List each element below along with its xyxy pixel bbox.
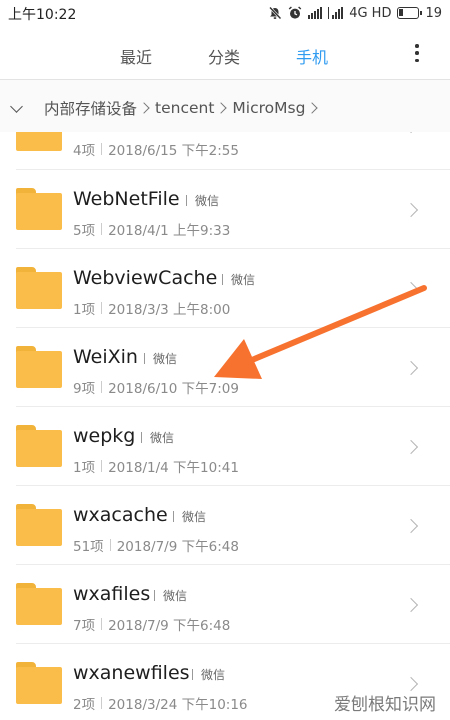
item-name: WebNetFile xyxy=(73,188,180,210)
item-meta: 9项 2018/6/10 下午7:09 xyxy=(73,377,239,397)
list-item[interactable]: 4项 2018/6/15 下午2:55 xyxy=(0,132,450,170)
item-count: 5项 xyxy=(73,223,96,239)
item-meta: 5项 2018/4/1 上午9:33 xyxy=(73,219,230,239)
watermark: 爱刨根知识网 xyxy=(334,695,436,715)
item-tag: 微信 xyxy=(173,508,206,525)
signal-icon xyxy=(307,7,322,19)
item-name: wxanewfiles xyxy=(73,662,190,684)
item-count: 1项 xyxy=(73,302,96,318)
folder-icon xyxy=(16,346,62,388)
chevron-right-icon xyxy=(215,102,228,114)
list-item[interactable]: wepkg 微信 1项 2018/1/4 下午10:41 xyxy=(0,407,450,486)
item-meta: 51项 2018/7/9 下午6:48 xyxy=(73,535,239,555)
item-date: 2018/6/10 下午7:09 xyxy=(108,381,239,397)
breadcrumb-trail: 内部存储设备 tencent MicroMsg xyxy=(44,97,323,119)
status-bar: 上午10:22 4G HD 19 xyxy=(0,0,450,26)
folder-icon xyxy=(16,583,62,625)
list-item[interactable]: wxacache 微信 51项 2018/7/9 下午6:48 xyxy=(0,486,450,565)
chevron-right-icon xyxy=(306,102,319,114)
item-date: 2018/6/15 下午2:55 xyxy=(108,143,239,159)
chevron-right-icon xyxy=(403,360,419,376)
item-count: 7项 xyxy=(73,618,96,634)
mute-icon xyxy=(268,6,282,20)
item-name: wxacache xyxy=(73,504,168,526)
item-tag: 微信 xyxy=(192,666,225,683)
item-date: 2018/7/9 下午6:48 xyxy=(108,618,231,634)
more-vert-icon[interactable] xyxy=(410,42,424,64)
item-name: WeiXin xyxy=(73,346,138,368)
breadcrumb-item-tencent[interactable]: tencent xyxy=(155,99,214,117)
chevron-right-icon xyxy=(403,597,419,613)
item-meta: 7项 2018/7/9 下午6:48 xyxy=(73,614,230,634)
item-count: 9项 xyxy=(73,381,96,397)
breadcrumb: 内部存储设备 tencent MicroMsg xyxy=(0,80,450,132)
chevron-right-icon xyxy=(403,202,419,218)
tab-phone[interactable]: 手机 xyxy=(296,44,328,68)
item-date: 2018/3/24 下午10:16 xyxy=(108,697,248,713)
item-count: 1项 xyxy=(73,460,96,476)
network-type: 4G HD xyxy=(349,5,392,21)
status-time: 上午10:22 xyxy=(8,7,77,23)
item-meta: 1项 2018/3/3 上午8:00 xyxy=(73,298,230,318)
chevron-right-icon xyxy=(138,102,150,114)
status-icons: 4G HD 19 xyxy=(268,3,442,23)
item-tag: 微信 xyxy=(154,587,187,604)
tab-category[interactable]: 分类 xyxy=(208,44,240,68)
breadcrumb-item-storage[interactable]: 内部存储设备 xyxy=(44,97,137,119)
folder-icon xyxy=(16,132,62,151)
chevron-right-icon xyxy=(403,439,419,455)
chevron-right-icon xyxy=(403,676,419,692)
folder-icon xyxy=(16,188,62,230)
list-item[interactable]: wxafiles 微信 7项 2018/7/9 下午6:48 xyxy=(0,565,450,644)
item-tag: 微信 xyxy=(144,350,177,367)
item-date: 2018/7/9 下午6:48 xyxy=(116,539,239,555)
item-count: 51项 xyxy=(73,539,104,555)
item-count: 4项 xyxy=(73,143,96,159)
item-tag: 微信 xyxy=(222,271,255,288)
breadcrumb-item-micromsg[interactable]: MicroMsg xyxy=(232,99,305,117)
item-meta: 2项 2018/3/24 下午10:16 xyxy=(73,693,248,713)
folder-icon xyxy=(16,267,62,309)
item-name: WebviewCache xyxy=(73,267,218,289)
folder-icon xyxy=(16,662,62,704)
tab-bar: 最近 分类 手机 xyxy=(0,26,450,80)
item-tag: 微信 xyxy=(141,429,174,446)
chevron-right-icon xyxy=(403,518,419,534)
item-meta: 4项 2018/6/15 下午2:55 xyxy=(73,139,239,159)
chevron-right-icon xyxy=(403,132,419,134)
file-list: 4项 2018/6/15 下午2:55 WebNetFile 微信 5项 2018/… xyxy=(0,132,450,720)
item-name: wepkg xyxy=(73,425,136,447)
chevron-down-icon[interactable] xyxy=(10,100,23,113)
item-name: wxafiles xyxy=(73,583,151,605)
item-date: 2018/3/3 上午8:00 xyxy=(108,302,231,318)
folder-icon xyxy=(16,504,62,546)
chevron-right-icon xyxy=(403,281,419,297)
item-meta: 1项 2018/1/4 下午10:41 xyxy=(73,456,239,476)
item-date: 2018/4/1 上午9:33 xyxy=(108,223,231,239)
list-item[interactable]: WeiXin 微信 9项 2018/6/10 下午7:09 xyxy=(0,328,450,407)
battery-level: 19 xyxy=(425,5,442,21)
tab-recent[interactable]: 最近 xyxy=(120,44,152,68)
list-item[interactable]: WebNetFile 微信 5项 2018/4/1 上午9:33 xyxy=(0,170,450,249)
list-item[interactable]: WebviewCache 微信 1项 2018/3/3 上午8:00 xyxy=(0,249,450,328)
item-tag: 微信 xyxy=(186,192,219,209)
item-count: 2项 xyxy=(73,697,96,713)
signal-icon xyxy=(327,7,344,19)
item-date: 2018/1/4 下午10:41 xyxy=(108,460,239,476)
folder-icon xyxy=(16,425,62,467)
battery-icon xyxy=(397,7,423,19)
alarm-icon xyxy=(288,6,301,19)
